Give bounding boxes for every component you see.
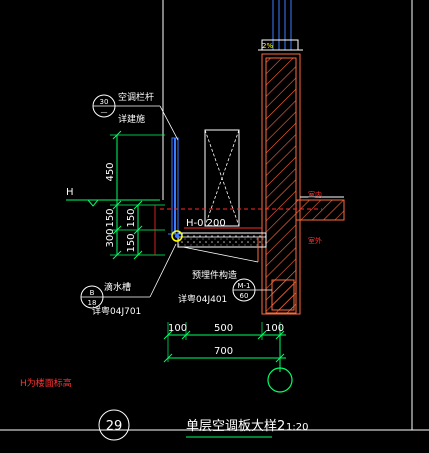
- drawing-canvas: 2% 室内 室外 H 450 150 300 150 150 100 500 1…: [0, 0, 429, 453]
- elevation-label: H-0.200: [186, 218, 226, 229]
- dim-h-100b: 100: [265, 323, 284, 334]
- embed-circle-top: M-1: [237, 282, 250, 290]
- railing-circle-bottom: —: [101, 108, 108, 116]
- railing-ref: 详建施: [118, 113, 145, 125]
- floor-slab: [295, 199, 345, 221]
- dim-v-150b: 150: [126, 208, 137, 227]
- railing: [168, 137, 183, 242]
- ac-slab: [177, 232, 267, 248]
- room-top-label: 室内: [308, 190, 322, 199]
- slab-bottom-slope: [182, 246, 259, 263]
- dim-h-700: 700: [214, 346, 233, 357]
- railing-label: 空调栏杆: [118, 91, 154, 103]
- detail-number: 29: [106, 419, 123, 434]
- drain-circle-top: B: [90, 289, 95, 297]
- detail-drawing: 2% 室内 室外 H 450 150 300 150 150 100 500 1…: [0, 0, 429, 441]
- dim-v-300: 300: [105, 228, 116, 247]
- wall-column: [265, 57, 297, 314]
- slope-label: 2%: [262, 42, 273, 50]
- detail-title: 单层空调板大样2: [186, 419, 285, 434]
- dim-v-150c: 150: [126, 233, 137, 252]
- drain-ref: 详粤04J701: [92, 305, 141, 317]
- drain-circle-bottom: 18: [88, 299, 97, 307]
- embed-label: 预埋件构造: [192, 269, 237, 281]
- embed-ref: 详粤04J401: [178, 293, 227, 305]
- scale-label: 1:20: [286, 422, 308, 433]
- vertical-dimensions: [110, 130, 165, 260]
- room-bottom-label: 室外: [308, 236, 322, 245]
- dim-v-150a: 150: [105, 208, 116, 227]
- embed-block: [271, 279, 295, 311]
- h-label: H: [66, 187, 74, 198]
- railing-circle-top: 30: [100, 98, 109, 106]
- ac-unit-box: [204, 129, 240, 227]
- note-text: H为楼面标高: [20, 377, 72, 389]
- dim-h-500: 500: [214, 323, 233, 334]
- dim-h-100a: 100: [168, 323, 187, 334]
- embed-circle-bottom: 60: [240, 292, 249, 300]
- dim-v-450: 450: [105, 162, 116, 181]
- drain-label: 滴水槽: [104, 281, 131, 293]
